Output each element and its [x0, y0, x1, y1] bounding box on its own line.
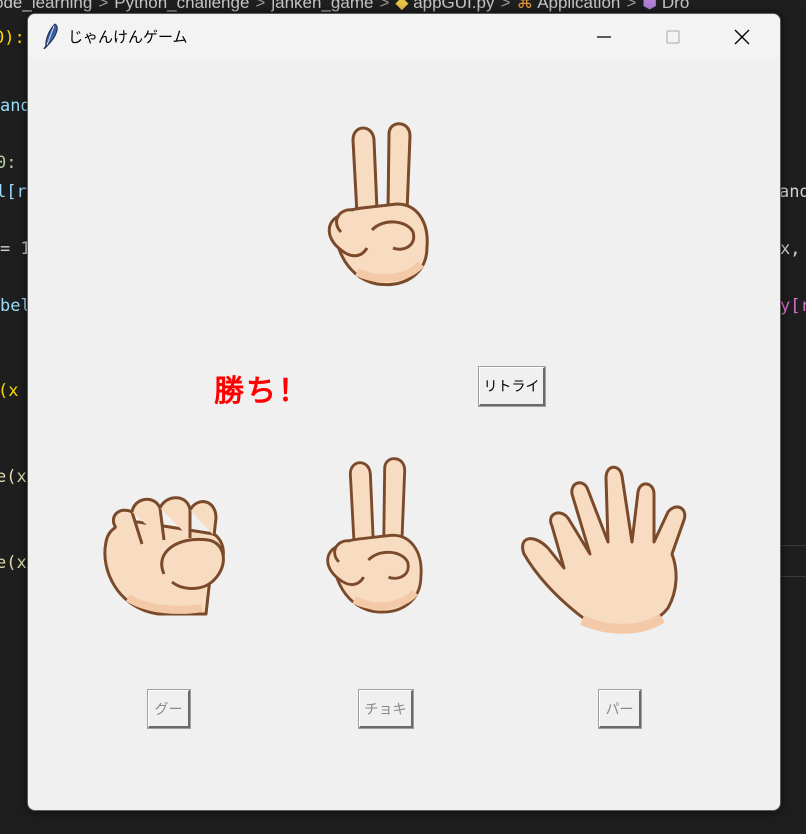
breadcrumb-item[interactable]: Application: [537, 0, 620, 12]
computer-choki-hand-icon: [327, 122, 429, 287]
choki-hand-icon: [326, 457, 423, 614]
window-title: じゃんけんゲーム: [68, 28, 188, 46]
code-fragment: y[ra: [780, 296, 806, 316]
editor-breadcrumb: ode_learning > Python_challenge > janken_gam…: [0, 0, 806, 14]
breadcrumb-item[interactable]: Python_challenge: [114, 0, 249, 12]
code-fragment: l[r: [0, 182, 27, 202]
code-fragment: e(x: [0, 553, 27, 573]
class-icon: ⌘: [516, 0, 534, 12]
breadcrumb-item[interactable]: janken_game: [271, 0, 373, 12]
maximize-icon: [666, 30, 680, 44]
python-file-icon: ◆: [395, 0, 409, 12]
feather-icon: [43, 23, 58, 49]
minimize-button[interactable]: [580, 14, 628, 60]
close-icon: [734, 29, 750, 45]
editor-panel-edge: [778, 545, 806, 577]
close-button[interactable]: [718, 14, 766, 60]
janken-window: じゃんけんゲーム 勝ち！ リトライ グー チョキ パー: [27, 13, 781, 811]
cube-icon: ⬢: [642, 0, 658, 12]
minimize-icon: [597, 36, 611, 38]
maximize-button[interactable]: [649, 14, 697, 60]
pa-hand-icon: [521, 465, 687, 634]
gu-hand-icon: [103, 496, 225, 616]
choki-button[interactable]: チョキ: [358, 689, 414, 729]
code-fragment: (x: [0, 381, 19, 401]
code-fragment: x,: [780, 239, 801, 259]
breadcrumb-item[interactable]: Dro: [662, 0, 689, 12]
gu-button[interactable]: グー: [147, 689, 191, 729]
code-fragment: 0):: [0, 28, 25, 48]
result-label: 勝ち！: [214, 374, 310, 409]
title-bar[interactable]: じゃんけんゲーム: [28, 14, 780, 60]
breadcrumb-item[interactable]: appGUI.py: [413, 0, 494, 12]
code-fragment: 0:: [0, 153, 17, 173]
retry-button[interactable]: リトライ: [478, 366, 546, 407]
breadcrumb-item[interactable]: ode_learning: [0, 0, 92, 12]
code-fragment: andC: [779, 182, 806, 202]
code-fragment: e(x: [0, 467, 27, 487]
pa-button[interactable]: パー: [598, 689, 642, 729]
